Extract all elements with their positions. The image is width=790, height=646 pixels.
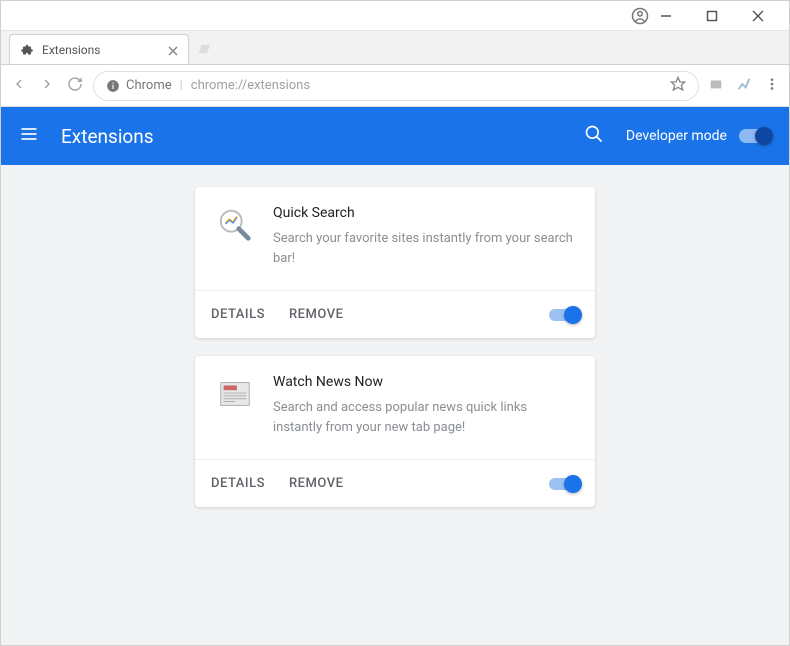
url-text: chrome://extensions [191,78,310,93]
extension-name: Quick Search [273,205,575,221]
details-button[interactable]: DETAILS [211,476,265,491]
browser-window: Extensions Chrome | chrome://extensions [0,0,790,646]
extension-card: Watch News Now Search and access popular… [195,356,595,507]
remove-button[interactable]: REMOVE [289,476,343,491]
extensions-content: Quick Search Search your favorite sites … [1,165,789,645]
tab-title: Extensions [42,43,100,57]
extension-description: Search your favorite sites instantly fro… [273,229,575,268]
back-button[interactable] [11,76,27,96]
extension-description: Search and access popular news quick lin… [273,398,575,437]
details-button[interactable]: DETAILS [211,307,265,322]
bookmark-star-icon[interactable] [670,76,686,96]
chrome-menu-icon[interactable] [765,76,779,95]
extensions-header: Extensions Developer mode [1,107,789,165]
developer-mode-toggle[interactable] [739,129,771,143]
window-close-button[interactable] [735,1,781,31]
developer-mode-label: Developer mode [626,128,727,144]
os-titlebar [1,1,789,31]
extension-card: Quick Search Search your favorite sites … [195,187,595,338]
hamburger-menu-icon[interactable] [19,124,39,148]
tab-close-icon[interactable] [168,45,178,55]
extension-enable-toggle[interactable] [549,309,579,321]
extension-enable-toggle[interactable] [549,478,579,490]
extension-name: Watch News Now [273,374,575,390]
profile-icon[interactable] [631,7,649,29]
address-bar[interactable]: Chrome | chrome://extensions [93,71,699,101]
secure-label: Chrome [126,78,172,93]
browser-tab[interactable]: Extensions [9,34,189,64]
extension-action-icon-2[interactable] [737,76,751,95]
tab-strip: Extensions [1,31,789,65]
site-info-icon[interactable]: Chrome [106,78,172,93]
search-icon[interactable] [584,124,604,148]
newspaper-icon [215,374,255,414]
browser-toolbar: Chrome | chrome://extensions [1,65,789,107]
window-minimize-button[interactable] [643,1,689,31]
forward-button[interactable] [39,76,55,96]
new-tab-button[interactable] [193,39,213,59]
extension-action-icon-1[interactable] [709,76,723,95]
puzzle-icon [20,43,34,57]
magnifier-icon [215,205,255,245]
reload-button[interactable] [67,76,83,96]
page-title: Extensions [61,125,584,148]
remove-button[interactable]: REMOVE [289,307,343,322]
window-maximize-button[interactable] [689,1,735,31]
